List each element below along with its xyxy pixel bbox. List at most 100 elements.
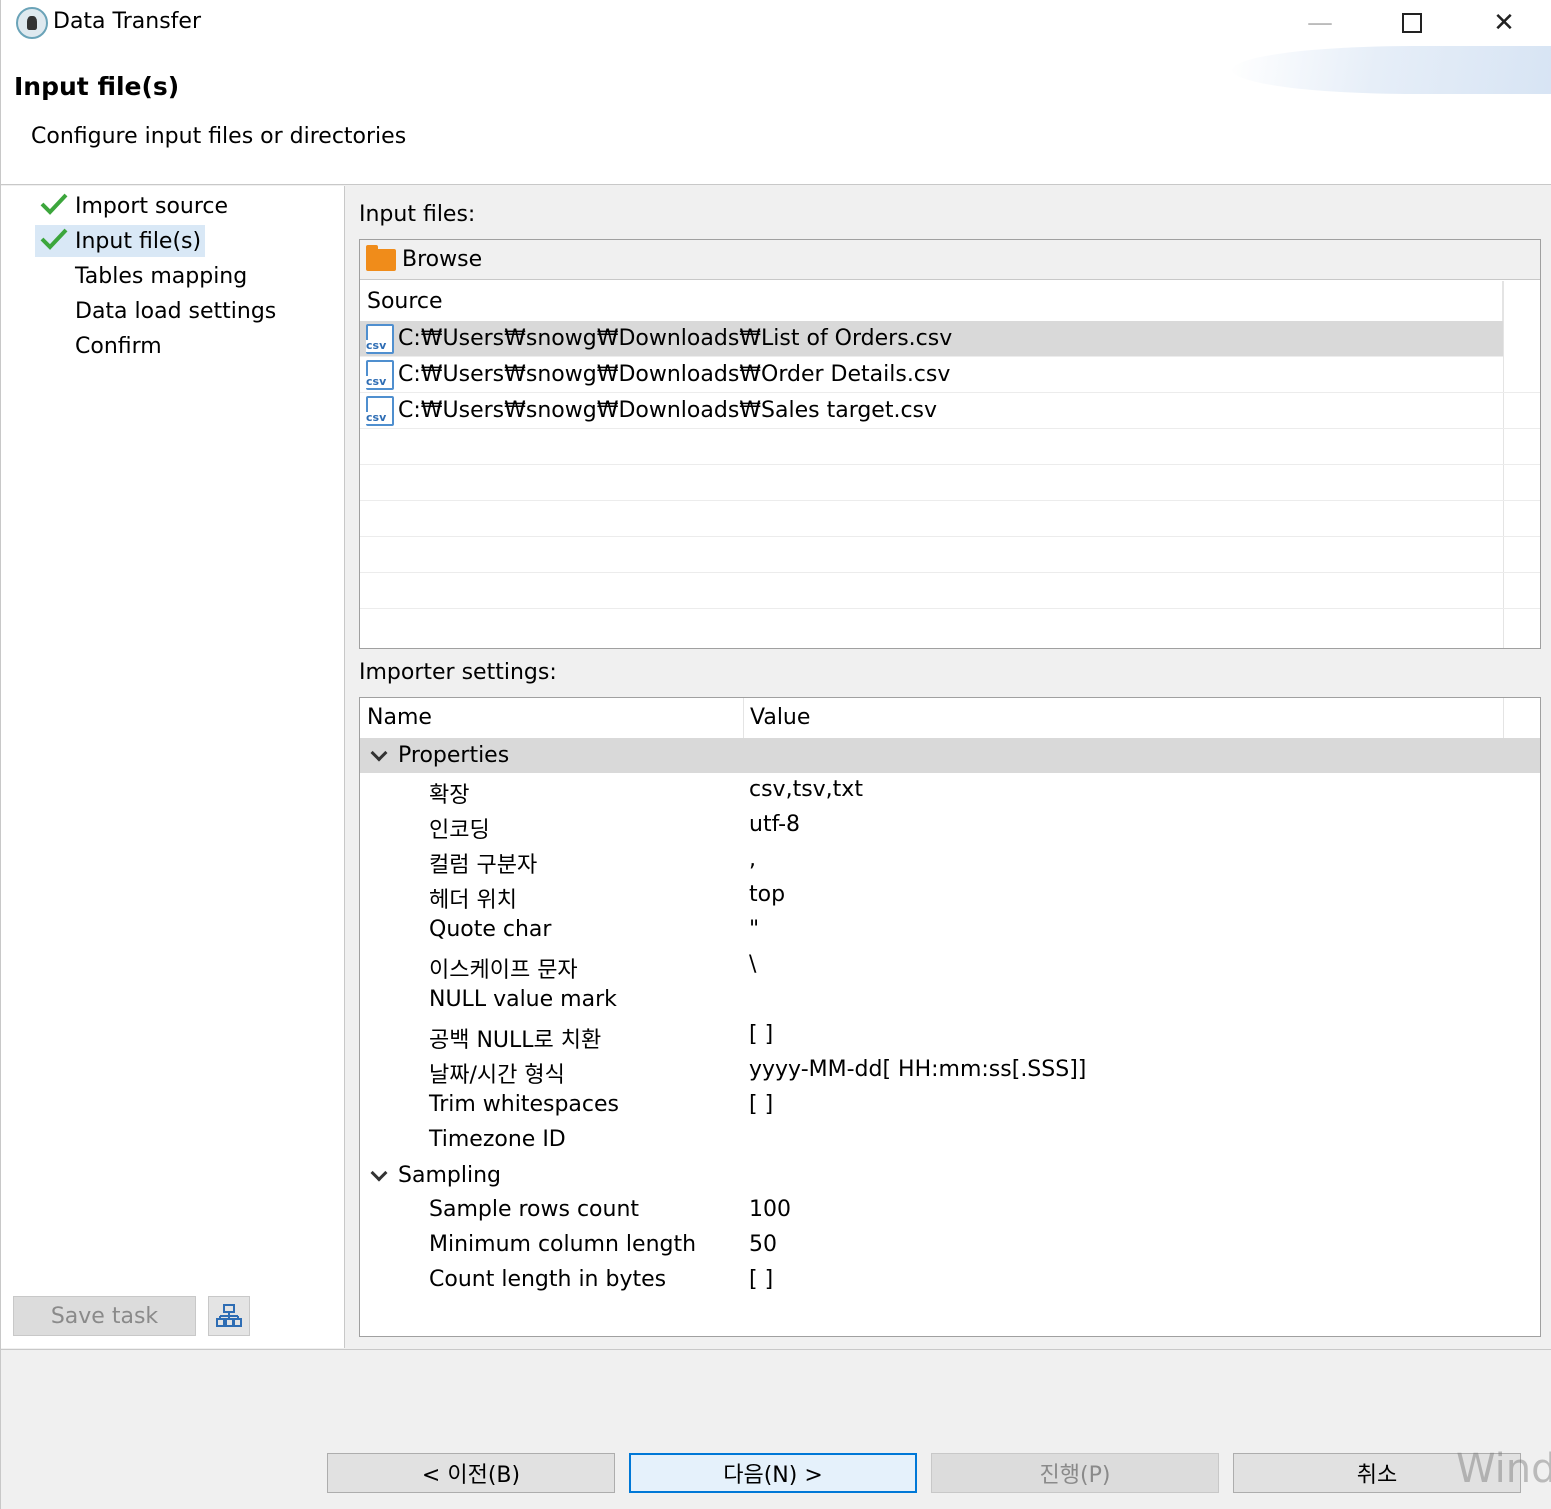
property-row[interactable]: 확장 csv,tsv,txt bbox=[360, 773, 1540, 808]
app-logo-icon bbox=[16, 7, 48, 39]
property-name: 헤더 위치 bbox=[429, 888, 517, 913]
property-value[interactable]: [ ] bbox=[749, 1092, 773, 1117]
source-column-header[interactable]: Source bbox=[360, 281, 1503, 321]
file-path: C:₩Users₩snowg₩Downloads₩List of Orders.… bbox=[398, 326, 953, 351]
minimize-button[interactable]: — bbox=[1274, 0, 1366, 46]
wizard-button-bar: < 이전(B) 다음(N) > 진행(P) 취소 bbox=[1, 1349, 1551, 1509]
file-row[interactable]: csv C:₩Users₩snowg₩Downloads₩List of Ord… bbox=[360, 321, 1503, 357]
step-data-load-settings[interactable]: Data load settings bbox=[35, 295, 280, 327]
step-label: Confirm bbox=[75, 333, 162, 359]
step-label: Import source bbox=[75, 193, 229, 219]
file-row[interactable]: csv C:₩Users₩snowg₩Downloads₩Sales targe… bbox=[360, 393, 1540, 429]
property-row[interactable]: 날짜/시간 형식 yyyy-MM-dd[ HH:mm:ss[.SSS]] bbox=[360, 1053, 1540, 1088]
property-row[interactable]: Count length in bytes [ ] bbox=[360, 1263, 1540, 1298]
browse-label: Browse bbox=[402, 247, 483, 272]
column-divider bbox=[743, 698, 744, 738]
importer-settings-table: Name Value Properties 확장 csv,tsv,txt 인코딩 u… bbox=[359, 697, 1541, 1337]
property-name: Sample rows count bbox=[429, 1197, 640, 1222]
maximize-button[interactable] bbox=[1366, 0, 1458, 46]
property-value[interactable]: csv,tsv,txt bbox=[749, 777, 863, 802]
wizard-header: Input file(s) Configure input files or d… bbox=[1, 46, 1551, 185]
task-hierarchy-icon bbox=[216, 1304, 242, 1327]
property-name: Timezone ID bbox=[429, 1127, 566, 1152]
column-divider bbox=[1503, 698, 1504, 738]
page-title: Input file(s) bbox=[14, 72, 180, 101]
property-row[interactable]: Timezone ID bbox=[360, 1123, 1540, 1158]
property-value[interactable]: 100 bbox=[749, 1197, 791, 1222]
header-banner-decoration bbox=[1232, 46, 1551, 94]
property-name: Minimum column length bbox=[429, 1232, 697, 1257]
empty-row bbox=[360, 465, 1540, 501]
csv-file-icon: csv bbox=[366, 323, 394, 354]
back-button[interactable]: < 이전(B) bbox=[327, 1453, 615, 1493]
property-row[interactable]: 인코딩 utf-8 bbox=[360, 808, 1540, 843]
property-row[interactable]: Trim whitespaces [ ] bbox=[360, 1088, 1540, 1123]
step-tables-mapping[interactable]: Tables mapping bbox=[35, 260, 251, 292]
property-name: 날짜/시간 형식 bbox=[429, 1063, 565, 1088]
proceed-button[interactable]: 진행(P) bbox=[931, 1453, 1219, 1493]
property-value[interactable]: [ ] bbox=[749, 1022, 773, 1047]
step-label: Data load settings bbox=[75, 298, 277, 324]
property-name: NULL value mark bbox=[429, 987, 617, 1012]
step-input-files[interactable]: Input file(s) bbox=[35, 225, 206, 257]
empty-row bbox=[360, 501, 1540, 537]
property-value[interactable]: " bbox=[749, 917, 759, 942]
property-name: 확장 bbox=[429, 783, 470, 808]
property-name: Trim whitespaces bbox=[429, 1092, 619, 1117]
close-button[interactable]: ✕ bbox=[1458, 0, 1550, 46]
property-name: 공백 NULL로 치환 bbox=[429, 1028, 602, 1053]
step-import-source[interactable]: Import source bbox=[35, 190, 232, 222]
property-row[interactable]: 컬럼 구분자, bbox=[360, 843, 1540, 878]
step-confirm[interactable]: Confirm bbox=[35, 330, 166, 362]
property-value[interactable]: [ ] bbox=[749, 1267, 773, 1292]
input-files-table: Browse Source csv C:₩Users₩snowg₩Downloa… bbox=[359, 239, 1541, 649]
settings-table-header: Name Value bbox=[360, 698, 1540, 738]
property-row[interactable]: NULL value mark bbox=[360, 983, 1540, 1018]
check-icon bbox=[40, 193, 68, 215]
property-value[interactable]: yyyy-MM-dd[ HH:mm:ss[.SSS]] bbox=[749, 1057, 1086, 1082]
empty-row bbox=[360, 429, 1540, 465]
data-transfer-window: Data Transfer — ✕ Input file(s) Configur… bbox=[0, 0, 1551, 1509]
property-row[interactable]: 공백 NULL로 치환 [ ] bbox=[360, 1018, 1540, 1053]
file-path: C:₩Users₩snowg₩Downloads₩Sales target.cs… bbox=[398, 398, 938, 423]
property-row[interactable]: 이스케이프 문자 \ bbox=[360, 948, 1540, 983]
task-config-button[interactable] bbox=[208, 1296, 250, 1336]
chevron-down-icon[interactable] bbox=[370, 1167, 388, 1185]
maximize-icon bbox=[1402, 13, 1422, 33]
group-properties[interactable]: Properties bbox=[360, 738, 1540, 773]
group-label: Properties bbox=[398, 743, 510, 768]
importer-settings-label: Importer settings: bbox=[359, 660, 557, 685]
property-row[interactable]: 헤더 위치 top bbox=[360, 878, 1540, 913]
folder-icon bbox=[366, 244, 396, 271]
property-name: Count length in bytes bbox=[429, 1267, 667, 1292]
property-value[interactable]: \ bbox=[749, 952, 756, 977]
property-value[interactable]: utf-8 bbox=[749, 812, 800, 837]
property-name: 인코딩 bbox=[429, 818, 490, 843]
property-value[interactable]: , bbox=[749, 847, 756, 872]
next-button[interactable]: 다음(N) > bbox=[629, 1453, 917, 1493]
step-label: Input file(s) bbox=[75, 228, 202, 254]
save-task-button[interactable]: Save task bbox=[13, 1296, 196, 1336]
property-name: 컬럼 구분자 bbox=[429, 853, 538, 878]
value-column-header[interactable]: Value bbox=[750, 705, 810, 730]
property-name: 이스케이프 문자 bbox=[429, 958, 578, 983]
property-row[interactable]: Sample rows count 100 bbox=[360, 1193, 1540, 1228]
file-row[interactable]: csv C:₩Users₩snowg₩Downloads₩Order Detai… bbox=[360, 357, 1540, 393]
property-value[interactable]: 50 bbox=[749, 1232, 777, 1257]
empty-row bbox=[360, 537, 1540, 573]
step-label: Tables mapping bbox=[75, 263, 248, 289]
property-row[interactable]: Minimum column length 50 bbox=[360, 1228, 1540, 1263]
csv-file-icon: csv bbox=[366, 359, 394, 390]
property-row[interactable]: Quote char " bbox=[360, 913, 1540, 948]
wizard-steps-panel: Import source Input file(s) Tables mappi… bbox=[1, 186, 345, 1348]
page-description: Configure input files or directories bbox=[31, 124, 407, 149]
browse-button[interactable]: Browse bbox=[360, 240, 1540, 280]
group-sampling[interactable]: Sampling bbox=[360, 1158, 1540, 1193]
csv-file-icon: csv bbox=[366, 395, 394, 426]
window-title: Data Transfer bbox=[53, 9, 201, 34]
chevron-down-icon[interactable] bbox=[370, 747, 388, 765]
input-files-panel: Input files: Browse Source csv C:₩Users₩… bbox=[346, 186, 1551, 1348]
property-value[interactable]: top bbox=[749, 882, 785, 907]
name-column-header[interactable]: Name bbox=[367, 705, 432, 730]
input-files-label: Input files: bbox=[359, 202, 476, 227]
